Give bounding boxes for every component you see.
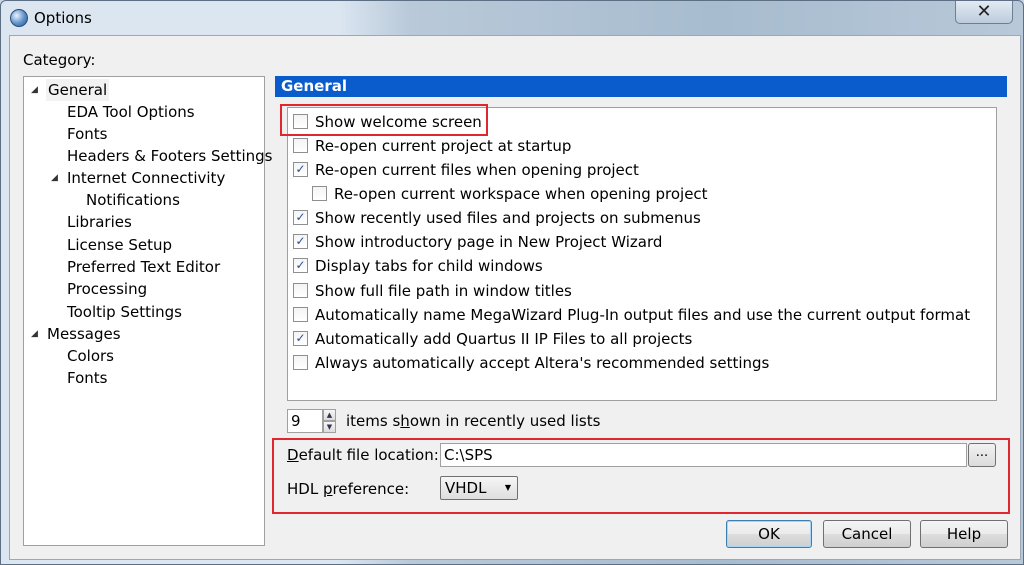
checkbox-label: Display tabs for child windows <box>315 257 543 275</box>
close-icon: ✕ <box>976 1 992 22</box>
ok-button[interactable]: OK <box>726 520 812 548</box>
title-bar[interactable]: Options ✕ <box>1 1 1023 35</box>
checkbox-box[interactable] <box>293 283 308 298</box>
tree-item-processing[interactable]: Processing <box>67 278 147 300</box>
checkbox-label: Show recently used files and projects on… <box>315 209 701 227</box>
recent-items-label: items shown in recently used lists <box>346 412 601 430</box>
tree-item-label: Preferred Text Editor <box>67 258 221 276</box>
tree-item-label: License Setup <box>67 236 172 254</box>
tree-item-label: Libraries <box>67 213 132 231</box>
recent-items-spinner[interactable]: ▲ ▼ <box>323 409 336 433</box>
spin-down-icon[interactable]: ▼ <box>323 421 336 433</box>
checkbox-box[interactable]: ✓ <box>293 234 308 249</box>
tree-item-preferred-text-editor[interactable]: Preferred Text Editor <box>67 256 220 278</box>
checkbox-label: Always automatically accept Altera's rec… <box>315 354 770 372</box>
category-tree[interactable]: ◢ General EDA Tool Options Fonts Headers… <box>23 76 273 546</box>
tree-item-label: Headers & Footers Settings <box>67 147 273 165</box>
checkmark-icon: ✓ <box>295 162 306 176</box>
checkbox-label: Re-open current project at startup <box>315 137 572 155</box>
help-button[interactable]: Help <box>920 520 1008 548</box>
checkbox-box[interactable]: ✓ <box>293 258 308 273</box>
checkbox-label: Automatically name MegaWizard Plug-In ou… <box>315 306 971 324</box>
options-dialog: Options ✕ Category: ◢ General EDA Tool O… <box>0 0 1024 565</box>
dialog-client-area: Category: ◢ General EDA Tool Options Fon… <box>9 35 1021 560</box>
tree-item-tooltip-settings[interactable]: Tooltip Settings <box>67 301 182 323</box>
checkbox-box[interactable] <box>293 307 308 322</box>
tree-item-label: Colors <box>67 347 114 365</box>
checkbox-box[interactable] <box>293 138 308 153</box>
tree-item-label: EDA Tool Options <box>67 103 195 121</box>
tree-item-eda-tool-options[interactable]: EDA Tool Options <box>67 101 195 123</box>
checkmark-icon: ✓ <box>295 234 306 248</box>
tree-item-colors[interactable]: Colors <box>67 345 114 367</box>
tree-item-label: Fonts <box>67 369 108 387</box>
tree-item-label: Processing <box>67 280 148 298</box>
checkbox-box[interactable] <box>293 355 308 370</box>
checkbox-label: Re-open current workspace when opening p… <box>334 185 708 203</box>
panel-header: General <box>275 76 1007 97</box>
checkbox-label: Automatically add Quartus II IP Files to… <box>315 330 693 348</box>
category-label: Category: <box>23 51 96 69</box>
tree-item-messages-fonts[interactable]: Fonts <box>67 367 107 389</box>
tree-item-libraries[interactable]: Libraries <box>67 211 132 233</box>
checkbox-label: Show introductory page in New Project Wi… <box>315 233 663 251</box>
spin-up-icon[interactable]: ▲ <box>323 409 336 421</box>
expanded-arrow-icon[interactable]: ◢ <box>31 323 38 345</box>
highlight-box-welcome <box>280 104 488 136</box>
tree-item-label: Notifications <box>86 191 180 209</box>
window-title: Options <box>34 9 92 27</box>
tree-item-headers-footers[interactable]: Headers & Footers Settings <box>67 145 273 167</box>
recent-items-count-input[interactable]: 9 <box>287 409 323 433</box>
tree-item-label: Messages <box>47 325 121 343</box>
tree-item-fonts[interactable]: Fonts <box>67 123 107 145</box>
tree-item-notifications[interactable]: Notifications <box>86 189 180 211</box>
close-button[interactable]: ✕ <box>955 1 1013 24</box>
app-globe-icon <box>10 9 28 27</box>
checkmark-icon: ✓ <box>295 210 306 224</box>
highlight-box-location <box>272 438 1010 514</box>
checkmark-icon: ✓ <box>295 258 306 272</box>
checkbox-label: Show full file path in window titles <box>315 282 572 300</box>
tree-item-label: Tooltip Settings <box>67 303 182 321</box>
checkbox-label: Re-open current files when opening proje… <box>315 161 639 179</box>
tree-item-label: General <box>46 79 110 101</box>
expanded-arrow-icon[interactable]: ◢ <box>31 79 38 101</box>
cancel-button[interactable]: Cancel <box>823 520 911 548</box>
tree-item-label: Fonts <box>67 125 108 143</box>
checkmark-icon: ✓ <box>295 331 306 345</box>
checkbox-box[interactable]: ✓ <box>293 210 308 225</box>
checkbox-box[interactable]: ✓ <box>293 162 308 177</box>
tree-item-label: Internet Connectivity <box>67 169 226 187</box>
general-options-list: Show welcome screen Re-open current proj… <box>287 107 997 401</box>
tree-item-license-setup[interactable]: License Setup <box>67 234 172 256</box>
checkbox-box[interactable] <box>312 186 327 201</box>
checkbox-box[interactable]: ✓ <box>293 331 308 346</box>
expanded-arrow-icon[interactable]: ◢ <box>51 167 58 189</box>
